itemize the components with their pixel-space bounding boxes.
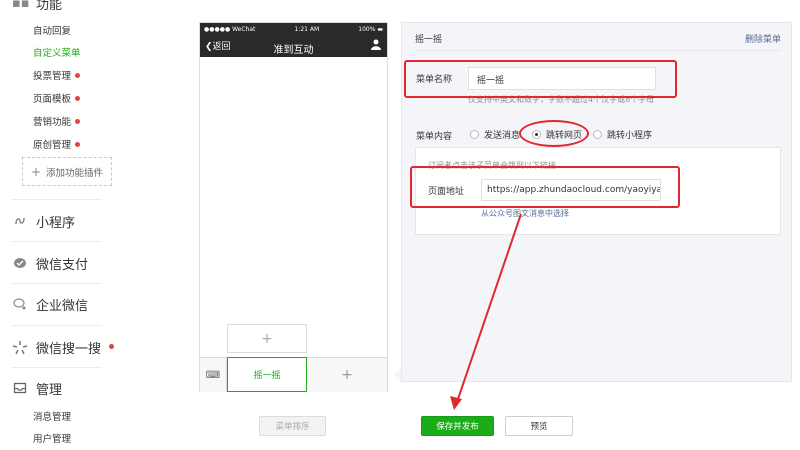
sidebar-section-work-wechat[interactable]: 企业微信 — [12, 295, 88, 314]
miniprogram-icon — [12, 214, 28, 230]
add-plugin-button[interactable]: + 添加功能插件 — [22, 157, 112, 186]
radio-label: 发送消息 — [484, 131, 521, 141]
grid-icon: ▪▪ — [12, 0, 30, 11]
divider — [415, 50, 781, 51]
divider — [12, 199, 102, 200]
sidebar-item-label: 投票管理 — [33, 71, 72, 82]
wallet-icon — [12, 256, 28, 272]
sidebar-item-original[interactable]: 原创管理 — [33, 137, 81, 151]
sidebar-item-users[interactable]: 用户管理 — [33, 431, 71, 445]
menu-content-label: 菜单内容 — [416, 132, 453, 142]
inbox-icon — [12, 381, 28, 397]
radio-circle — [593, 130, 602, 139]
add-submenu-button[interactable]: + — [227, 324, 307, 353]
sidebar-section-label: 功能 — [36, 0, 63, 13]
radio-send-message[interactable]: 发送消息 — [470, 128, 520, 141]
menu-edit-panel: 摇一摇 删除菜单 菜单名称 摇一摇 仅支持中英文和数字，字数不超过4个汉字或8个… — [401, 22, 792, 382]
notification-dot — [75, 119, 81, 124]
url-settings-box: 订阅者点击该子菜单会跳到以下链接 页面地址 https://app.zhunda… — [415, 147, 781, 235]
add-plugin-label: 添加功能插件 — [46, 167, 104, 179]
sidebar-item-label: 自动回复 — [33, 26, 72, 37]
sidebar-item-messages[interactable]: 消息管理 — [33, 409, 71, 423]
choose-from-articles-link[interactable]: 从公众号图文消息中选择 — [481, 208, 569, 219]
radio-label: 跳转小程序 — [607, 131, 653, 141]
sidebar-section-function[interactable]: ▪▪ 功能 — [12, 0, 62, 13]
sidebar-item-marketing[interactable]: 营销功能 — [33, 114, 81, 128]
battery-icon: ▬ — [377, 26, 383, 33]
menu-name-label: 菜单名称 — [416, 75, 453, 85]
time-label: 1:21 AM — [294, 26, 320, 33]
search-burst-icon — [12, 340, 28, 356]
menu-name-input[interactable]: 摇一摇 — [468, 67, 656, 90]
delete-menu-link[interactable]: 删除菜单 — [745, 32, 781, 45]
notification-dot — [109, 344, 115, 349]
phone-nav-bar: ❮返回 准到互动 — [200, 36, 387, 57]
url-tip: 订阅者点击该子菜单会跳到以下链接 — [428, 161, 556, 170]
keyboard-icon: ⌨ — [200, 358, 227, 392]
sidebar-section-manage[interactable]: 管理 — [12, 379, 62, 398]
sidebar-item-label: 用户管理 — [33, 434, 72, 445]
radio-circle-selected — [532, 130, 541, 139]
sidebar-item-custom-menu[interactable]: 自定义菜单 — [33, 45, 81, 59]
sidebar-section-miniprogram[interactable]: 小程序 — [12, 212, 75, 231]
divider — [12, 325, 102, 326]
phone-title: 准到互动 — [273, 45, 314, 56]
sidebar-item-label: 消息管理 — [33, 412, 72, 423]
panel-title: 摇一摇 — [415, 35, 443, 45]
preview-button[interactable]: 预览 — [505, 416, 573, 436]
sidebar-section-wechat-pay[interactable]: 微信支付 — [12, 254, 88, 273]
sidebar-item-page-template[interactable]: 页面模板 — [33, 91, 81, 105]
radio-label: 跳转网页 — [546, 131, 583, 141]
sidebar-item-label: 自定义菜单 — [33, 48, 81, 59]
save-publish-button[interactable]: 保存并发布 — [421, 416, 494, 436]
sidebar-section-label: 管理 — [36, 383, 63, 398]
sidebar-section-wechat-search[interactable]: 微信搜一搜 — [12, 338, 115, 357]
phone-menu-bar: ⌨ 摇一摇 + — [200, 357, 387, 392]
radio-open-webpage[interactable]: 跳转网页 — [532, 128, 582, 141]
menu-name-tip: 仅支持中英文和数字，字数不超过4个汉字或8个字母 — [468, 95, 655, 104]
sidebar-item-auto-reply[interactable]: 自动回复 — [33, 23, 71, 37]
phone-status-bar: ●●●●● WeChat 1:21 AM 100% ▬ — [200, 23, 387, 36]
page-url-input[interactable]: https://app.zhundaocloud.com/yaoyiyao — [481, 179, 661, 201]
sidebar-item-label: 原创管理 — [33, 140, 72, 151]
add-menu-button[interactable]: + — [307, 358, 387, 392]
divider — [12, 283, 102, 284]
divider — [12, 367, 102, 368]
plus-icon: + — [30, 164, 42, 179]
sidebar: ▪▪ 功能 自动回复 自定义菜单 投票管理 页面模板 营销功能 原创管理 + 添… — [0, 0, 128, 450]
work-wechat-icon — [12, 297, 28, 313]
sidebar-section-label: 企业微信 — [36, 299, 89, 314]
sort-menu-button[interactable]: 菜单排序 — [259, 416, 326, 436]
menu-item-shake[interactable]: 摇一摇 — [227, 357, 307, 392]
phone-preview: ●●●●● WeChat 1:21 AM 100% ▬ ❮返回 准到互动 + ⌨… — [199, 22, 388, 392]
sidebar-section-label: 小程序 — [36, 216, 76, 231]
sidebar-item-vote[interactable]: 投票管理 — [33, 68, 81, 82]
carrier-label: ●●●●● WeChat — [204, 26, 256, 33]
user-icon — [371, 39, 381, 53]
battery-label: 100% — [358, 26, 376, 33]
sidebar-section-label: 微信支付 — [36, 258, 89, 273]
sidebar-item-label: 营销功能 — [33, 117, 72, 128]
page-url-label: 页面地址 — [428, 187, 465, 197]
notification-dot — [75, 142, 81, 147]
battery-indicator: 100% ▬ — [358, 26, 383, 33]
phone-body — [200, 57, 387, 359]
panel-pointer — [394, 368, 401, 382]
sidebar-section-label: 微信搜一搜 — [36, 342, 102, 357]
notification-dot — [75, 73, 81, 78]
radio-circle — [470, 130, 479, 139]
radio-open-miniprogram[interactable]: 跳转小程序 — [593, 128, 652, 141]
notification-dot — [75, 96, 81, 101]
divider — [12, 241, 102, 242]
page: ▪▪ 功能 自动回复 自定义菜单 投票管理 页面模板 营销功能 原创管理 + 添… — [0, 0, 800, 450]
sidebar-item-label: 页面模板 — [33, 94, 72, 105]
